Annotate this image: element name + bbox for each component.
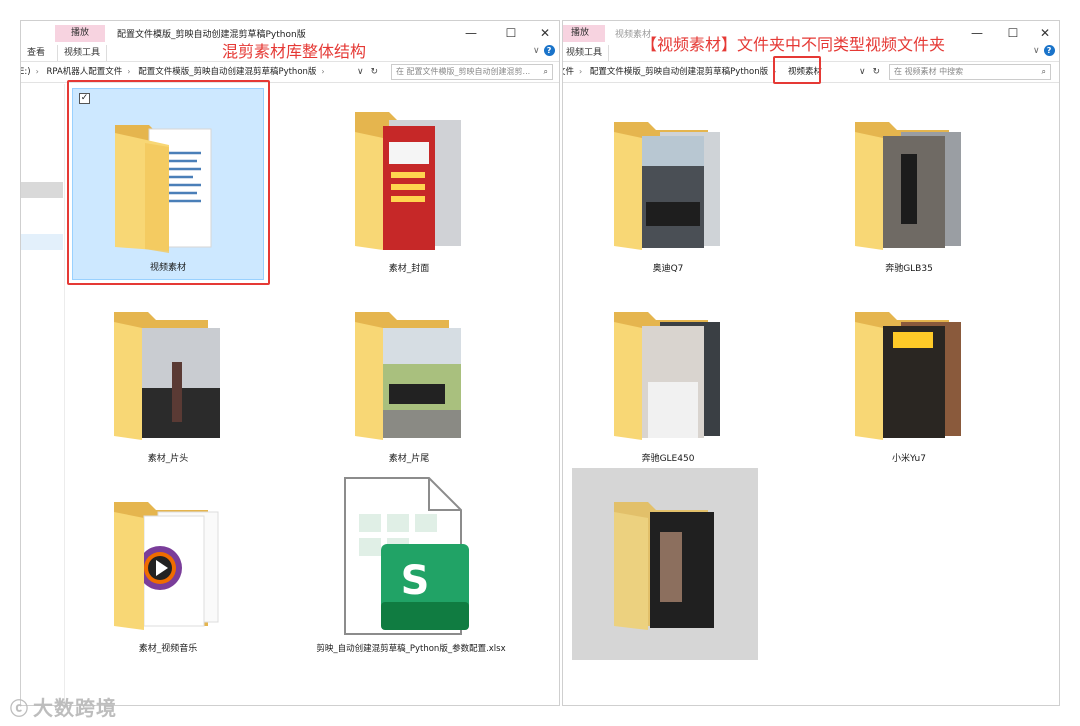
search-input[interactable]: 在 视频素材 中搜索 ⌕ (889, 64, 1051, 80)
ribbon-tab-view[interactable]: 查看 (27, 45, 45, 61)
folder-icon (114, 502, 219, 630)
nav-item-highlight[interactable] (21, 234, 63, 250)
file-xlsx-config[interactable]: S 剪映_自动创建混剪草稿_Python版_参数配置.xlsx (313, 468, 509, 660)
chevron-down-icon[interactable]: ∨ (357, 67, 364, 77)
chevron-down-icon[interactable]: ∨ (1033, 46, 1040, 56)
ribbon-context-tab-play[interactable]: 播放 (55, 25, 105, 42)
highlight-frame (67, 80, 270, 285)
refresh-icon[interactable]: ↻ (370, 67, 378, 77)
ribbon-tab-video-tools[interactable]: 视频工具 (57, 45, 108, 61)
folder-icon (355, 312, 461, 440)
nav-item-selected[interactable] (21, 182, 63, 198)
chevron-down-icon[interactable]: ∨ (859, 67, 866, 77)
folder-icon (114, 312, 220, 440)
maximize-button[interactable]: ☐ (497, 23, 525, 43)
folder-icon (855, 122, 961, 250)
close-button[interactable]: ✕ (531, 23, 559, 43)
watermark-text: 大数跨境 (33, 696, 117, 720)
breadcrumb-template-folder[interactable]: 配置文件模版_剪映自动创建混剪草稿Python版 (138, 67, 316, 77)
help-icon[interactable]: ? (543, 45, 555, 56)
breadcrumb[interactable]: E:) › RPA机器人配置文件 › 配置文件模版_剪映自动创建混剪草稿Python… (21, 62, 359, 82)
breadcrumb-template-folder[interactable]: 配置文件模版_剪映自动创建混剪草稿Python版 (590, 67, 768, 77)
search-placeholder: 在 配置文件模版_剪映自动创建混剪... (396, 67, 531, 76)
breadcrumb-highlight-frame (773, 56, 821, 84)
breadcrumb-drive[interactable]: E:) (21, 67, 31, 77)
file-label: 剪映_自动创建混剪草稿_Python版_参数配置.xlsx (316, 644, 506, 654)
search-icon[interactable]: ⌕ (1042, 65, 1046, 79)
search-icon[interactable]: ⌕ (544, 65, 548, 79)
folder-label: 素材_片头 (147, 454, 189, 464)
close-button[interactable]: ✕ (1031, 23, 1059, 43)
folder-label: 素材_片尾 (388, 454, 430, 464)
folder-xiaomi-yu7[interactable]: 小米Yu7 (813, 278, 1005, 470)
help-icon[interactable]: ? (1043, 45, 1055, 56)
breadcrumb-rpa-config[interactable]: RPA机器人配置文件 (46, 67, 122, 77)
folder-label: 奥迪Q7 (652, 264, 684, 274)
search-placeholder: 在 视频素材 中搜索 (894, 67, 964, 76)
folder-label: 奔驰GLB35 (885, 264, 933, 274)
folder-cover[interactable]: 素材_封面 (313, 88, 505, 280)
annotation-video-folders: 【视频素材】文件夹中不同类型视频文件夹 (641, 35, 946, 54)
navigation-pane (21, 84, 65, 705)
logo-icon: ⓒ (10, 699, 29, 720)
folder-blurred[interactable] (572, 468, 758, 660)
xlsx-icon-letter: S (401, 558, 430, 604)
maximize-button[interactable]: ☐ (999, 23, 1027, 43)
folder-video-music[interactable]: 素材_视频音乐 (72, 468, 264, 660)
folder-benz-glb35[interactable]: 奔驰GLB35 (813, 88, 1005, 280)
folder-icon (614, 502, 714, 630)
folder-audi-q7[interactable]: 奥迪Q7 (572, 88, 764, 280)
watermark: ⓒ 大数跨境 (10, 692, 117, 721)
folder-intro[interactable]: 素材_片头 (72, 278, 264, 470)
folder-icon (614, 122, 720, 250)
folder-outro[interactable]: 素材_片尾 (313, 278, 505, 470)
breadcrumb-file[interactable]: 文件 (563, 67, 574, 77)
folder-icon (614, 312, 720, 440)
ribbon-context-tab-play[interactable]: 播放 (563, 25, 605, 42)
folder-label: 素材_视频音乐 (138, 644, 198, 654)
folder-icon (355, 112, 461, 250)
minimize-button[interactable]: — (963, 23, 991, 43)
folder-label: 奔驰GLE450 (641, 454, 695, 464)
folder-icon (855, 312, 961, 440)
minimize-button[interactable]: — (457, 23, 485, 43)
folder-benz-gle450[interactable]: 奔驰GLE450 (572, 278, 764, 470)
folder-label: 素材_封面 (388, 264, 430, 274)
annotation-library-structure: 混剪素材库整体结构 (222, 42, 367, 61)
folder-label: 小米Yu7 (892, 454, 926, 464)
search-input[interactable]: 在 配置文件模版_剪映自动创建混剪... ⌕ (391, 64, 553, 80)
chevron-down-icon[interactable]: ∨ (533, 46, 540, 56)
ribbon-tab-video-tools[interactable]: 视频工具 (563, 45, 610, 61)
refresh-icon[interactable]: ↻ (872, 67, 880, 77)
xlsx-icon: S (344, 477, 469, 635)
